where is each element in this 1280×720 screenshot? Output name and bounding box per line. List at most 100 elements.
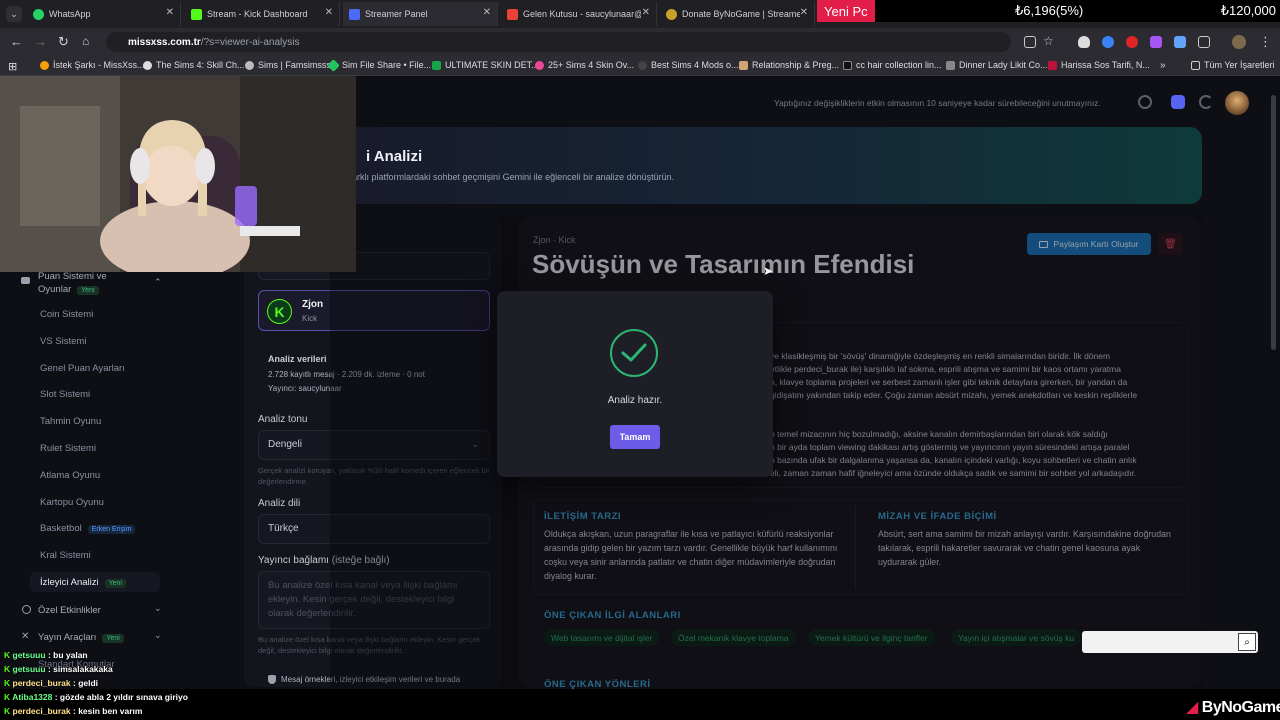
chat-text: : geldi [73,678,99,688]
bookmark-item[interactable]: Sims | Famsimsss [245,60,331,70]
sidebar-item-izleyici-analizi[interactable]: İzleyici Analizi Yeni [40,577,126,588]
profile-avatar[interactable] [1232,35,1246,49]
bookmark-label: Sims | Famsimsss [258,60,331,70]
address-input[interactable]: missxss.com.tr/?s=viewer-ai-analysis [106,32,1011,52]
bookmark-favicon [143,60,152,70]
tab-search-button[interactable]: ⌄ [6,6,22,22]
reload-icon[interactable]: ↻ [58,34,69,50]
page-scrollbar[interactable] [1271,95,1276,350]
sidebar-item-kral[interactable]: Kral Sistemi [40,550,91,561]
home-icon[interactable]: ⌂ [82,34,89,48]
shield-extension-icon[interactable] [1078,36,1090,48]
sidebar-item-atlama[interactable]: Atlama Oyunu [40,470,100,481]
chevron-up-icon[interactable]: ⌃ [154,277,162,288]
sidebar-item-coin[interactable]: Coin Sistemi [40,309,93,320]
bookmark-item[interactable]: Dinner Lady Likit Co... [946,60,1048,70]
page-subtitle: in farklı platformlardaki sohbet geçmişi… [340,172,675,182]
bookmark-item[interactable]: Relationship & Preg... [739,60,839,70]
webcam-overlay [0,76,356,272]
bookmark-favicon [739,60,748,70]
cast-icon[interactable] [1024,36,1036,48]
bookmark-favicon [843,60,852,70]
bynogame-mark-icon: ◢ [1186,699,1198,716]
close-icon[interactable]: ✕ [325,7,333,18]
download-icon[interactable] [1174,36,1186,48]
bookmark-item[interactable]: Best Sims 4 Mods o... [638,60,739,70]
settings-notice: Yaptığınız değişikliklerin etkin olmasın… [774,98,1101,108]
tab-bynogame[interactable]: Donate ByNoGame | Streamer ✕ [660,2,815,26]
bookmark-item[interactable]: Harissa Sos Tarifi, N... [1048,60,1150,70]
sidebar-item-basketbol[interactable]: Basketbol Erken Erişim [40,523,136,534]
discord-icon[interactable] [1171,95,1185,109]
all-bookmarks-folder[interactable]: Tüm Yer İşaretleri [1191,60,1275,70]
sidebar-item-vs[interactable]: VS Sistemi [40,336,86,347]
bookmark-label: Tüm Yer İşaretleri [1204,60,1275,70]
whatsapp-icon [33,8,44,20]
bookmark-favicon [946,60,955,70]
channel-name: Zjon [302,299,324,310]
panel-icon [349,8,360,20]
sidebar-group-puan[interactable]: Puan Sistemi ve Oyunlar Yeni [38,270,148,297]
sidebar-group-yayin-araclari[interactable]: Yayın Araçları Yeni [38,632,124,643]
avatar[interactable] [1225,91,1249,115]
chat-message: K perdeci_burak : kesin ben varım [4,706,142,716]
sidebar-group-ozel[interactable]: Özel Etkinlikler [38,605,101,616]
chevron-down-icon[interactable]: ⌄ [154,630,162,641]
chevron-down-icon[interactable]: ⌄ [154,603,162,614]
more-bookmarks-icon[interactable]: » [1160,60,1166,71]
sidebar-item-tahmin[interactable]: Tahmin Oyunu [40,416,101,427]
tab-whatsapp[interactable]: WhatsApp ✕ [27,2,181,26]
bookmark-item[interactable]: İstek Şarkı - MissXss... [40,60,145,70]
back-icon[interactable]: ← [10,34,23,49]
menu-kebab-icon[interactable]: ⋮ [1259,34,1272,50]
close-icon[interactable]: ✕ [800,7,808,18]
bookmark-star-icon[interactable]: ☆ [1043,34,1054,48]
close-icon[interactable]: ✕ [166,7,174,18]
sidebar-item-label: Basketbol [40,523,82,534]
tab-label: Stream - Kick Dashboard [207,9,308,19]
bookmark-label: 25+ Sims 4 Skin Ov... [548,60,635,70]
bookmark-item[interactable]: Sim File Share • File... [327,58,432,72]
chat-user: Atiba1328 [12,692,53,702]
goal-target: ₺120,000 [1220,3,1276,18]
tab-kick-dashboard[interactable]: Stream - Kick Dashboard ✕ [185,2,340,26]
extension-icon[interactable] [1102,36,1114,48]
language-label: Analiz dili [258,498,301,509]
forward-icon[interactable]: → [34,34,47,49]
sidebar-item-rulet[interactable]: Rulet Sistemi [40,443,96,454]
bookmark-item[interactable]: 25+ Sims 4 Skin Ov... [535,60,634,70]
tab-label: Donate ByNoGame | Streamer [682,9,800,19]
coin-icon [21,277,30,284]
theme-toggle-icon[interactable] [1199,95,1213,109]
bookmark-item[interactable]: The Sims 4: Skill Ch... [143,60,245,70]
bookmark-label: Sim File Share • File... [342,60,432,70]
sidebar-item-genel-puan[interactable]: Genel Puan Ayarları [40,363,125,374]
extension-icon[interactable] [1126,36,1138,48]
headset-icon[interactable] [1138,95,1152,109]
chat-text: : bu yalan [47,650,88,660]
tab-streamer-panel[interactable]: Streamer Panel ✕ [343,2,498,26]
close-icon[interactable]: ✕ [642,7,650,18]
tools-icon: ✕ [21,631,30,642]
apps-grid-icon[interactable]: ⊞ [8,60,17,73]
bynogame-logo: ◢ ByNoGame [1186,697,1280,717]
ok-button[interactable]: Tamam [610,425,660,449]
check-circle-icon [610,329,658,377]
bookmark-item[interactable]: cc hair collection lin... [843,60,942,70]
chat-message: K perdeci_burak : geldi [4,678,98,688]
kick-badge-icon: K [4,650,11,660]
extension-icon[interactable] [1150,36,1162,48]
kick-badge-icon: K [4,664,11,674]
page-banner: i Analizi in farklı platformlardaki sohb… [330,127,1202,204]
extensions-puzzle-icon[interactable] [1198,36,1210,48]
kick-icon [191,8,202,20]
search-icon: ⌕ [1238,633,1256,651]
bookmark-item[interactable]: ULTIMATE SKIN DET... [432,60,539,70]
sidebar-item-kartopu[interactable]: Kartopu Oyunu [40,497,104,508]
chat-message: K getsuuu : simsalakakaka [4,664,113,674]
tab-label: WhatsApp [49,9,91,19]
tab-gmail[interactable]: Gelen Kutusu - saucylunaar@g ✕ [501,2,657,26]
kick-logo-icon: K [267,299,292,324]
close-icon[interactable]: ✕ [483,7,491,18]
sidebar-item-slot[interactable]: Slot Sistemi [40,389,90,400]
